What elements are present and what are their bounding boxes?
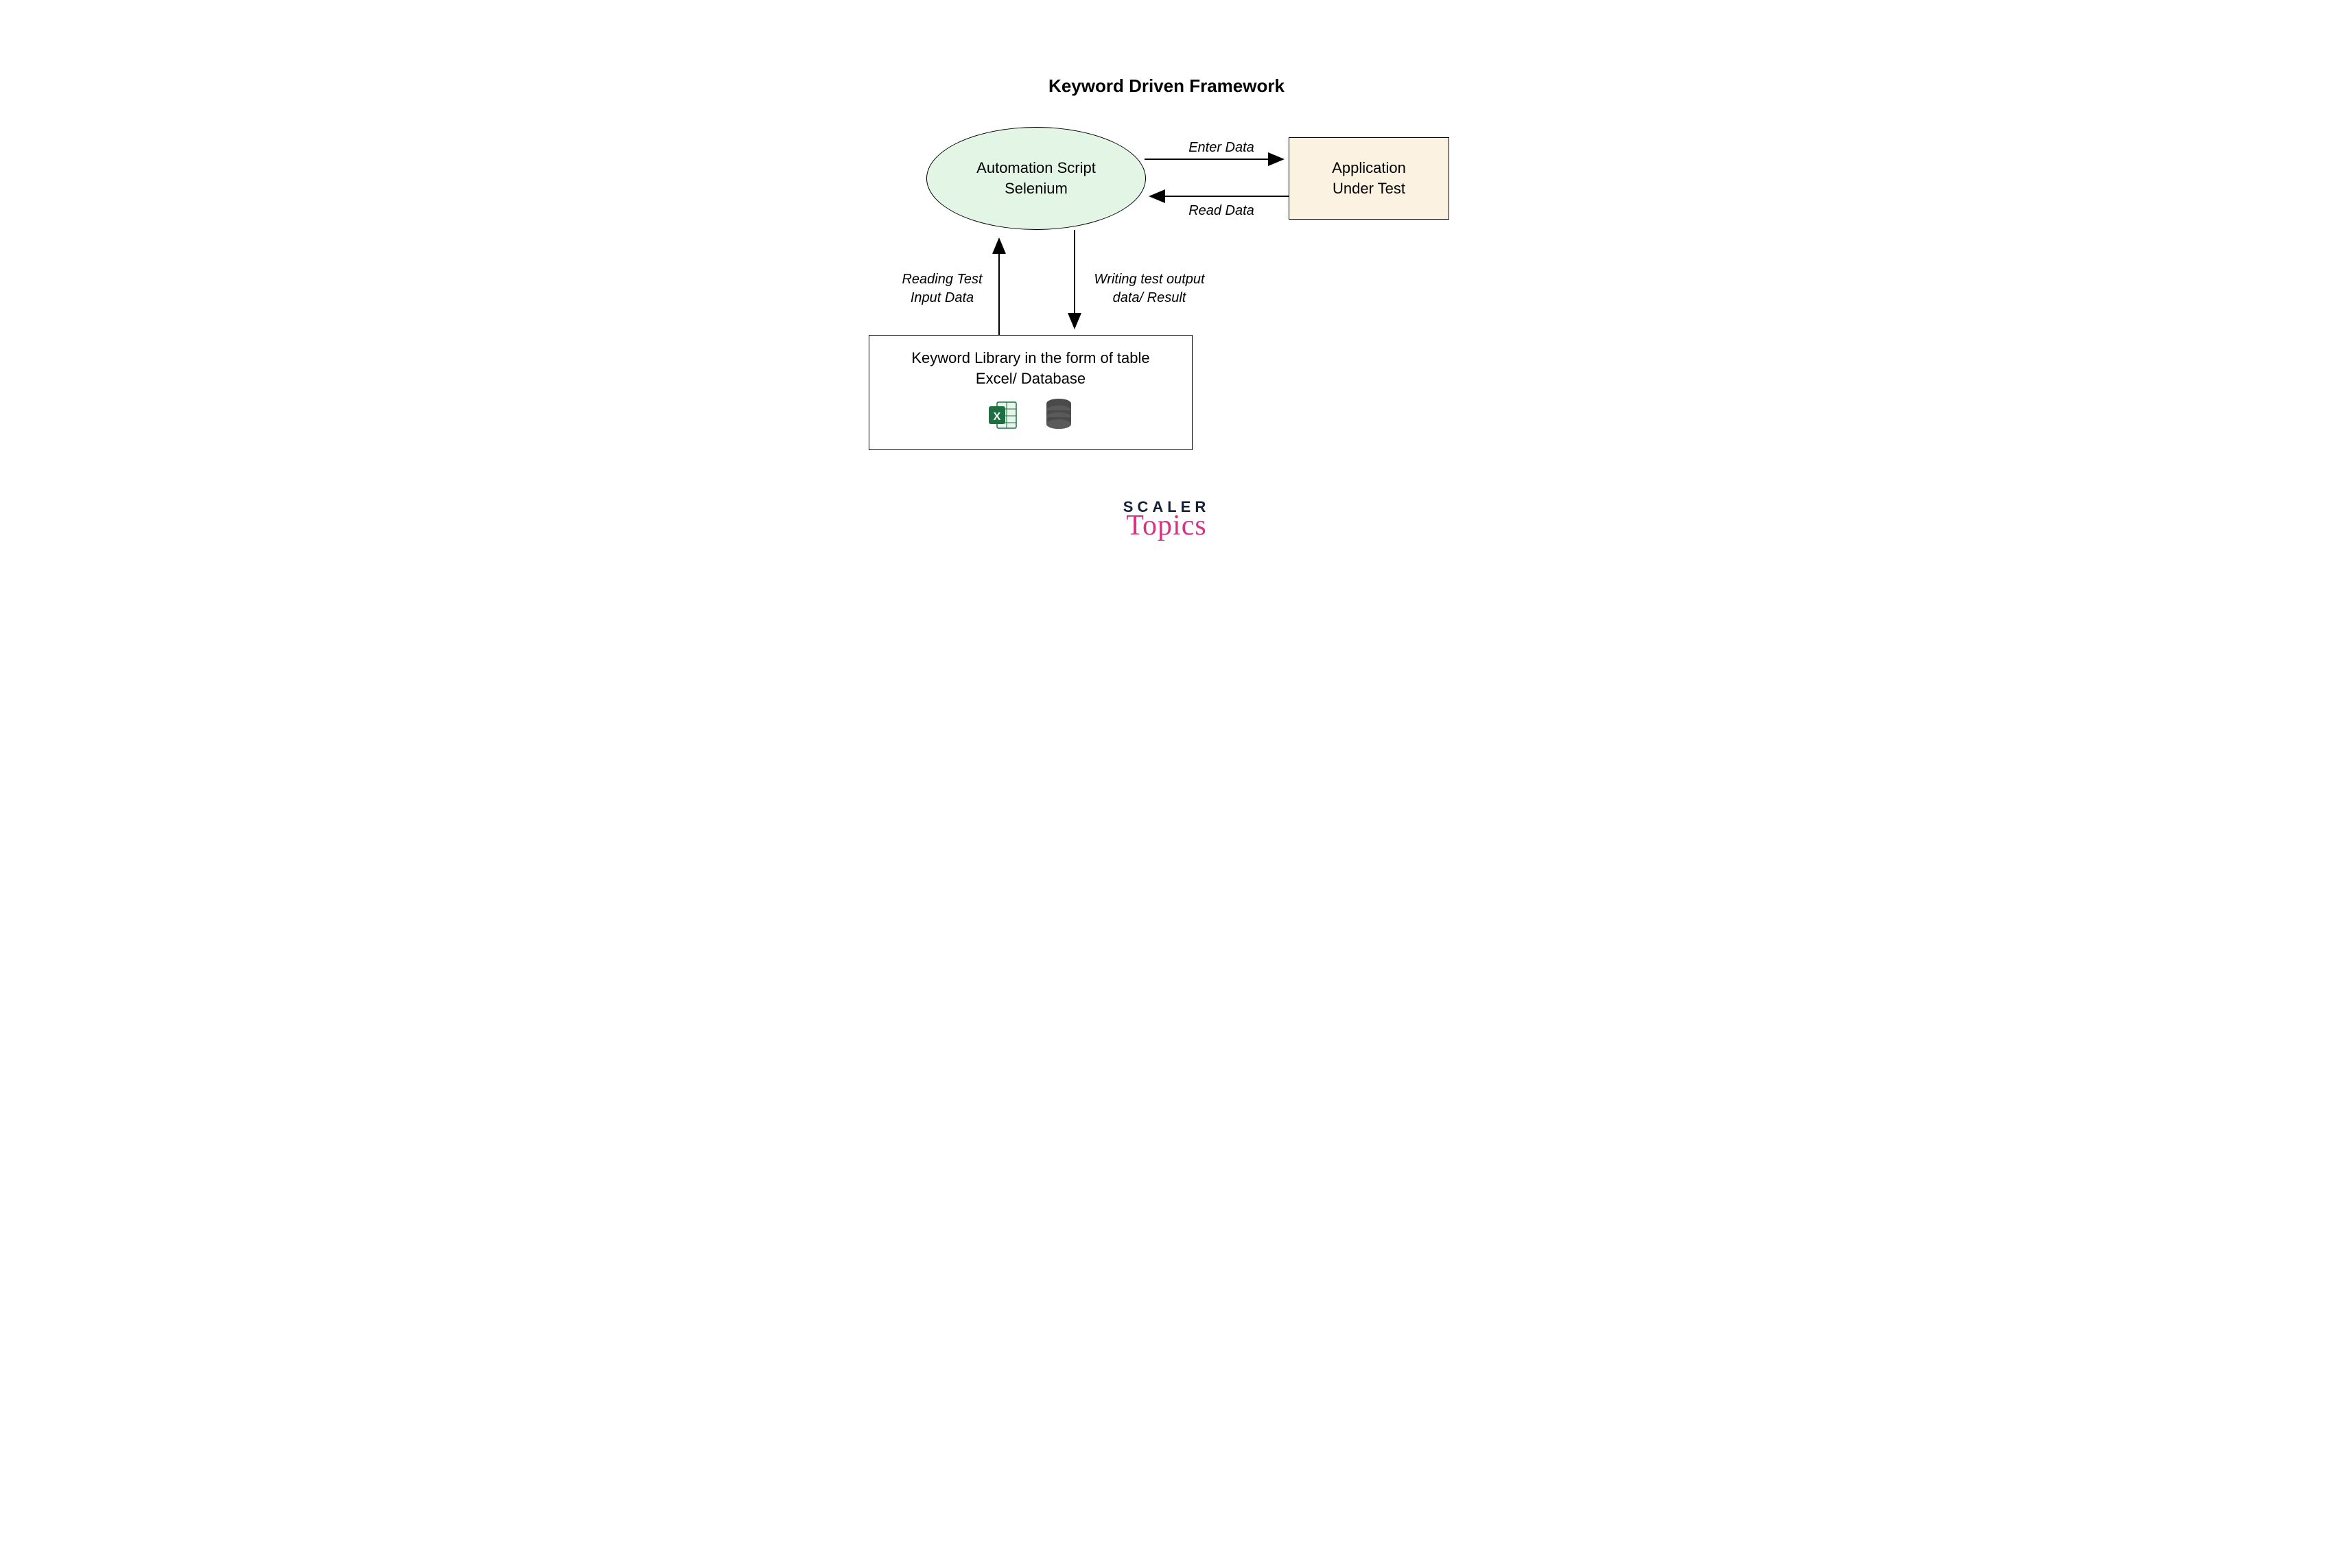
node-aut-line2: Under Test [1333,178,1405,199]
node-automation-script-line2: Selenium [976,178,1096,199]
node-keyword-library-line2: Excel/ Database [976,368,1086,389]
diagram-title: Keyword Driven Framework [700,75,1633,97]
logo-line2: Topics [1123,509,1210,542]
node-keyword-library: Keyword Library in the form of table Exc… [869,335,1193,450]
node-automation-script-line1: Automation Script [976,158,1096,178]
scaler-topics-logo: SCALER Topics [1123,498,1210,542]
keyword-library-icons: X [987,398,1074,432]
excel-icon: X [987,399,1019,431]
node-aut-line1: Application [1332,158,1406,178]
database-icon [1044,398,1074,432]
node-keyword-library-line1: Keyword Library in the form of table [911,348,1149,368]
node-application-under-test: Application Under Test [1289,137,1449,220]
node-automation-script: Automation Script Selenium [926,127,1146,230]
edge-label-read-data: Read Data [1180,202,1263,220]
edge-label-reading-input: Reading Test Input Data [891,270,994,307]
edge-label-writing-output: Writing test output data/ Result [1084,270,1215,307]
diagram-canvas: Keyword Driven Framework Automation Scri… [700,0,1633,627]
node-automation-script-text: Automation Script Selenium [976,158,1096,198]
edge-label-enter-data: Enter Data [1180,139,1263,157]
svg-text:X: X [994,411,1001,423]
